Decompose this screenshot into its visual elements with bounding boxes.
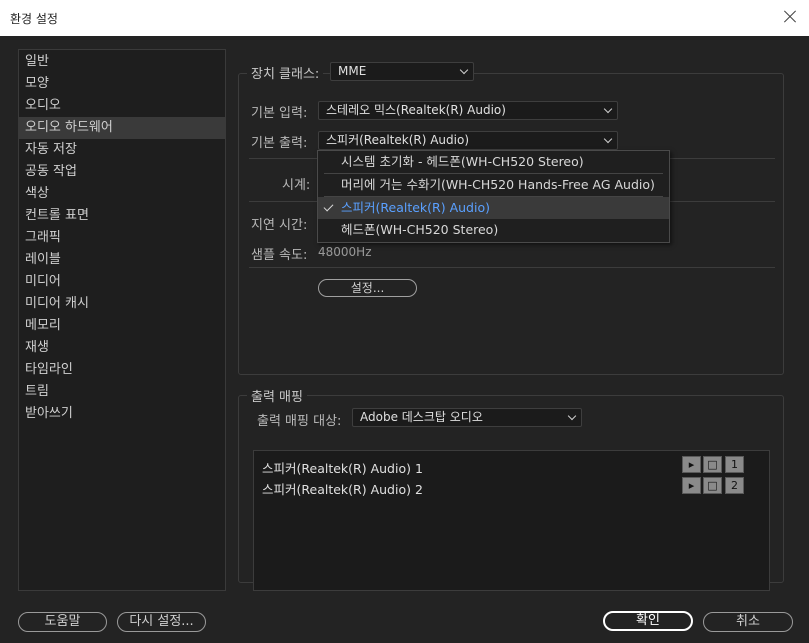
popup-option[interactable]: 헤드폰(WH-CH520 Stereo) (318, 219, 669, 241)
channel-mapping-list: 스피커(Realtek(R) Audio) 1 스피커(Realtek(R) A… (253, 450, 770, 591)
channel-row[interactable]: 스피커(Realtek(R) Audio) 1 (262, 458, 423, 477)
checkmark-icon (323, 201, 334, 212)
sidebar-item-labels[interactable]: 레이블 (19, 249, 225, 271)
default-input-value: 스테레오 믹스(Realtek(R) Audio) (326, 103, 506, 117)
output-device-popup: 시스템 초기화 - 헤드폰(WH-CH520 Stereo) 머리에 거는 수화… (317, 150, 670, 243)
sidebar-item-auto-save[interactable]: 자동 저장 (19, 139, 225, 161)
help-button[interactable]: 도움말 (18, 612, 107, 632)
ok-button[interactable]: 확인 (603, 611, 693, 631)
chevron-down-icon (459, 65, 469, 75)
divider (249, 267, 775, 268)
sidebar-item-graphics[interactable]: 그래픽 (19, 227, 225, 249)
mapping-target-value: Adobe 데스크탑 오디오 (360, 410, 483, 424)
sidebar-item-trim[interactable]: 트림 (19, 381, 225, 403)
sidebar-item-control-surface[interactable]: 컨트롤 표면 (19, 205, 225, 227)
sidebar-item-transcription[interactable]: 받아쓰기 (19, 403, 225, 425)
speaker-icon[interactable]: ▸ (682, 477, 701, 494)
channel-toggle-icon[interactable]: □ (703, 456, 722, 473)
close-icon[interactable] (781, 8, 799, 26)
sidebar-item-media[interactable]: 미디어 (19, 271, 225, 293)
speaker-icon[interactable]: ▸ (682, 456, 701, 473)
sidebar-item-timeline[interactable]: 타임라인 (19, 359, 225, 381)
sidebar-item-playback[interactable]: 재생 (19, 337, 225, 359)
default-output-dropdown[interactable]: 스피커(Realtek(R) Audio) (318, 131, 618, 150)
default-output-value: 스피커(Realtek(R) Audio) (326, 133, 470, 147)
chevron-down-icon (603, 134, 613, 144)
mapping-target-dropdown[interactable]: Adobe 데스크탑 오디오 (352, 408, 582, 427)
channel-number: 1 (725, 456, 744, 473)
window-title: 환경 설정 (10, 12, 58, 26)
sidebar-item-memory[interactable]: 메모리 (19, 315, 225, 337)
sidebar-item-general[interactable]: 일반 (19, 51, 225, 73)
popup-option[interactable]: 머리에 거는 수화기(WH-CH520 Hands-Free AG Audio) (318, 174, 669, 196)
sidebar-item-media-cache[interactable]: 미디어 캐시 (19, 293, 225, 315)
channel-number: 2 (725, 477, 744, 494)
sidebar-item-audio[interactable]: 오디오 (19, 95, 225, 117)
latency-label: 지연 시간: (251, 218, 308, 233)
device-class-label: 장치 클래스: (247, 63, 324, 82)
sample-rate-label: 샘플 속도: (251, 248, 308, 263)
title-bar: 환경 설정 (0, 0, 809, 36)
popup-option[interactable]: 시스템 초기화 - 헤드폰(WH-CH520 Stereo) (318, 151, 669, 173)
chevron-down-icon (567, 411, 577, 421)
output-mapping-title: 출력 매핑 (247, 386, 307, 405)
default-input-dropdown[interactable]: 스테레오 믹스(Realtek(R) Audio) (318, 101, 618, 120)
default-output-label: 기본 출력: (251, 136, 308, 151)
device-class-value: MME (338, 64, 367, 78)
sidebar-item-audio-hardware[interactable]: 오디오 하드웨어 (19, 117, 225, 139)
sidebar-item-appearance[interactable]: 모양 (19, 73, 225, 95)
settings-button[interactable]: 설정... (318, 279, 417, 297)
mapping-target-label: 출력 매핑 대상: (257, 414, 342, 429)
sidebar-item-collaboration[interactable]: 공동 작업 (19, 161, 225, 183)
preferences-sidebar: 일반 모양 오디오 오디오 하드웨어 자동 저장 공동 작업 색상 컨트롤 표면… (18, 49, 226, 591)
device-class-dropdown[interactable]: MME (330, 62, 474, 81)
sidebar-item-color[interactable]: 색상 (19, 183, 225, 205)
reset-button[interactable]: 다시 설정... (117, 612, 206, 632)
default-input-label: 기본 입력: (251, 106, 308, 121)
channel-row[interactable]: 스피커(Realtek(R) Audio) 2 (262, 479, 423, 498)
popup-option-selected[interactable]: 스피커(Realtek(R) Audio) (318, 197, 669, 219)
cancel-button[interactable]: 취소 (703, 612, 793, 632)
sample-rate-value: 48000Hz (318, 245, 372, 259)
clock-label: 시계: (282, 178, 311, 193)
channel-toggle-icon[interactable]: □ (703, 477, 722, 494)
chevron-down-icon (603, 104, 613, 114)
